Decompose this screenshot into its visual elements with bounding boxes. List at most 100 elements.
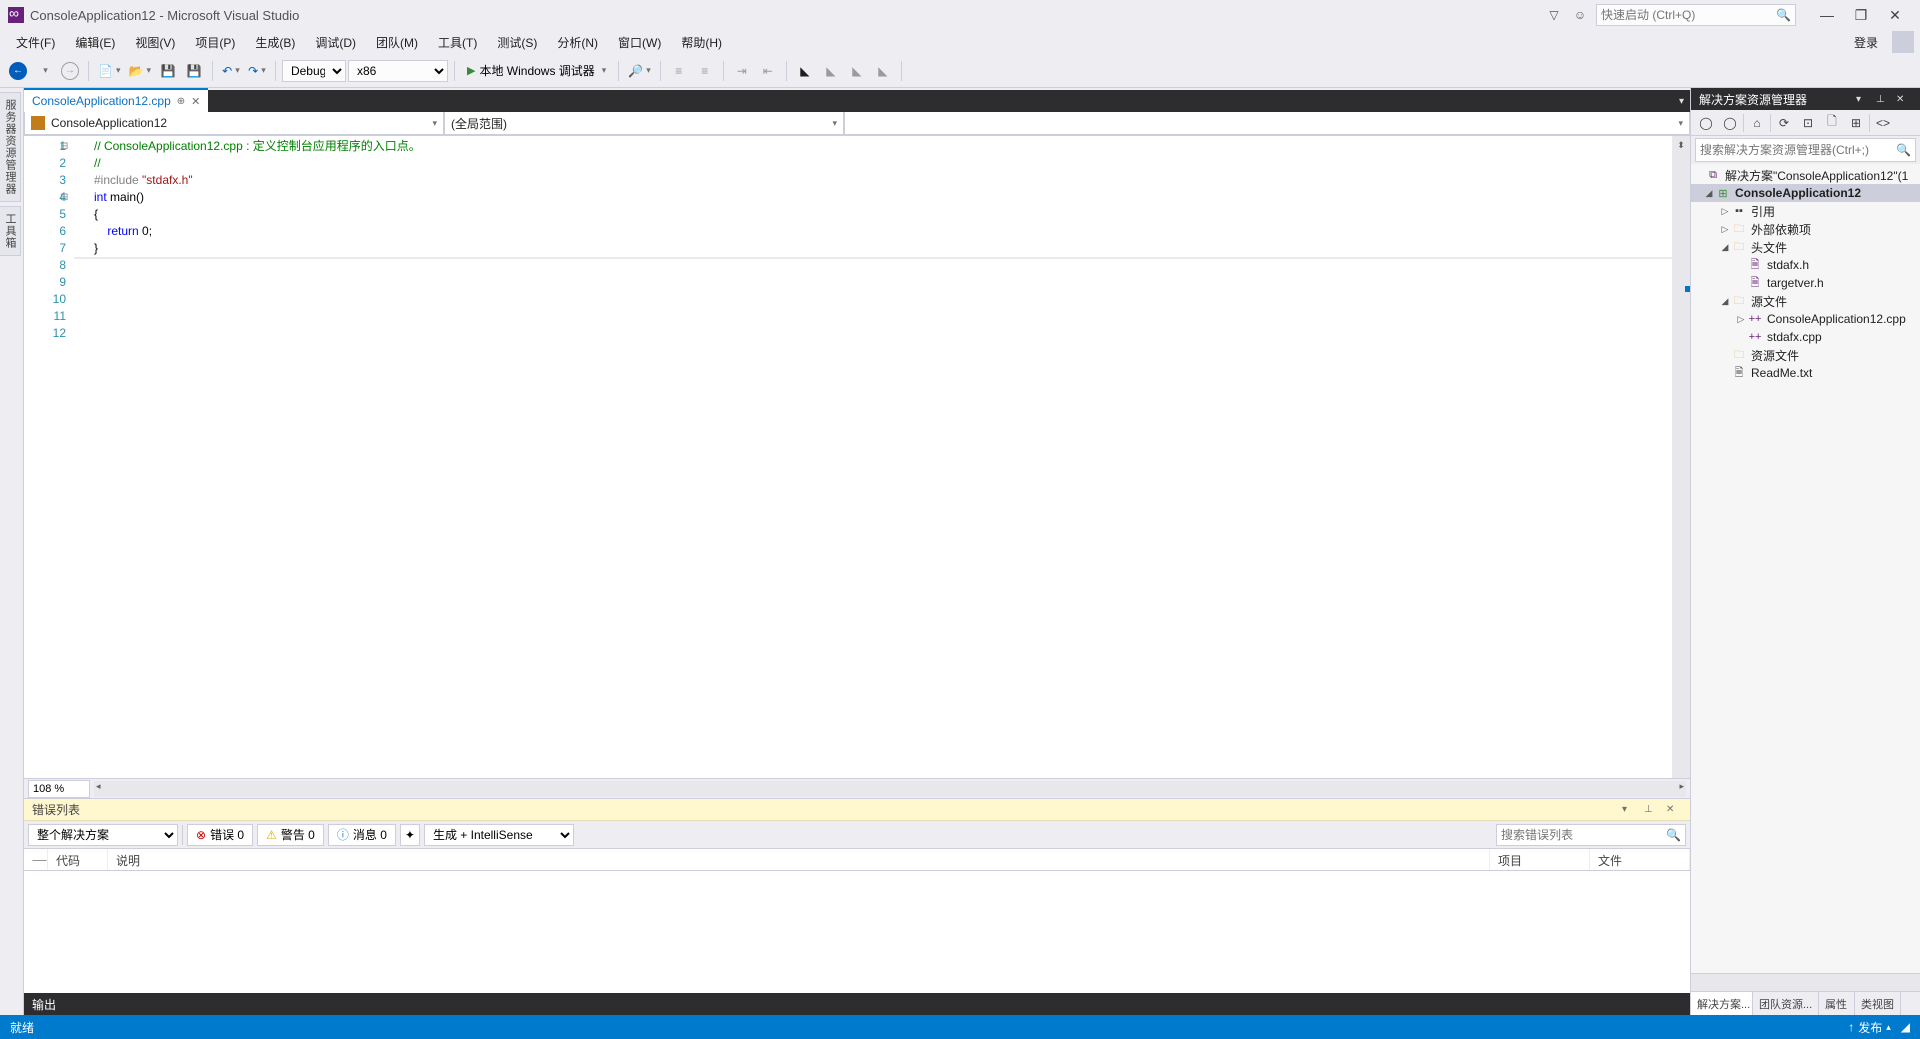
- scope-select[interactable]: 整个解决方案: [28, 824, 178, 846]
- nav-scope-select[interactable]: (全局范围): [444, 112, 844, 135]
- col-project[interactable]: 项目: [1490, 849, 1590, 870]
- external-deps-node[interactable]: ▷🗀 外部依赖项: [1691, 220, 1920, 238]
- uncomment-button[interactable]: ≡: [693, 59, 717, 83]
- readme-node[interactable]: 🗎 ReadMe.txt: [1691, 364, 1920, 382]
- save-button[interactable]: 💾: [156, 59, 180, 83]
- close-icon[interactable]: ✕: [1896, 94, 1912, 105]
- sign-in-link[interactable]: 登录: [1844, 31, 1888, 54]
- menu-item[interactable]: 调试(D): [305, 31, 366, 54]
- nav-back-drop[interactable]: [32, 59, 56, 83]
- solution-node[interactable]: ⧉ 解决方案"ConsoleApplication12"(1: [1691, 166, 1920, 184]
- bookmark-button[interactable]: ◣: [793, 59, 817, 83]
- filter-button[interactable]: ✦: [400, 824, 420, 846]
- save-all-button[interactable]: 💾: [182, 59, 206, 83]
- find-in-files-button[interactable]: 🔎: [625, 59, 653, 83]
- warnings-filter[interactable]: ⚠警告 0: [257, 824, 324, 846]
- menu-item[interactable]: 项目(P): [185, 31, 245, 54]
- header-file-node[interactable]: 🗎 stdafx.h: [1691, 256, 1920, 274]
- quick-launch-input[interactable]: [1601, 8, 1776, 22]
- nav-member-select[interactable]: [844, 112, 1690, 135]
- menu-item[interactable]: 工具(T): [428, 31, 487, 54]
- home-button-icon[interactable]: ⌂: [1746, 112, 1768, 134]
- back-button[interactable]: ◯: [1695, 112, 1717, 134]
- server-explorer-tab[interactable]: 服务器资源管理器: [0, 92, 21, 202]
- col-description[interactable]: 说明: [108, 849, 1490, 870]
- errors-filter[interactable]: ⊗错误 0: [187, 824, 253, 846]
- side-tab-solution[interactable]: 解决方案...: [1691, 992, 1753, 1015]
- tree-hscroll[interactable]: [1691, 973, 1920, 991]
- side-tab-team[interactable]: 团队资源...: [1753, 992, 1819, 1015]
- side-tab-classview[interactable]: 类视图: [1855, 992, 1901, 1015]
- menu-item[interactable]: 分析(N): [547, 31, 608, 54]
- platform-select[interactable]: x86: [348, 60, 448, 82]
- pin-icon[interactable]: ⊕: [177, 96, 185, 107]
- col-code[interactable]: 代码: [48, 849, 108, 870]
- output-panel-header[interactable]: 输出: [24, 993, 1690, 1015]
- solution-search-input[interactable]: [1700, 143, 1896, 157]
- start-debug-button[interactable]: ▶ 本地 Windows 调试器: [461, 59, 612, 83]
- resize-grip-icon[interactable]: ◢: [1901, 1020, 1910, 1034]
- close-panel-icon[interactable]: ✕: [1666, 804, 1682, 815]
- menu-item[interactable]: 帮助(H): [671, 31, 732, 54]
- publish-button[interactable]: ↑ 发布 ▴: [1848, 1019, 1891, 1036]
- build-intellisense-select[interactable]: 生成 + IntelliSense: [424, 824, 574, 846]
- code-area[interactable]: ⊟// ConsoleApplication12.cpp : 定义控制台应用程序…: [74, 136, 1672, 778]
- menu-item[interactable]: 窗口(W): [608, 31, 671, 54]
- menu-item[interactable]: 编辑(E): [65, 31, 125, 54]
- toolbox-tab[interactable]: 工具箱: [0, 206, 21, 256]
- headers-folder-node[interactable]: ◢🗀 头文件: [1691, 238, 1920, 256]
- close-tab-icon[interactable]: ✕: [191, 95, 200, 108]
- split-view-icon[interactable]: ⬍: [1672, 136, 1690, 154]
- clear-bookmarks-button[interactable]: ◣: [871, 59, 895, 83]
- show-all-button[interactable]: ⊡: [1797, 112, 1819, 134]
- prev-bookmark-button[interactable]: ◣: [819, 59, 843, 83]
- config-select[interactable]: Debug: [282, 60, 346, 82]
- open-file-button[interactable]: 📂: [125, 59, 153, 83]
- menu-item[interactable]: 测试(S): [487, 31, 547, 54]
- feedback-icon[interactable]: ☺: [1570, 5, 1590, 25]
- project-node[interactable]: ◢⊞ ConsoleApplication12: [1691, 184, 1920, 202]
- editor-tab-active[interactable]: ConsoleApplication12.cpp ⊕ ✕: [24, 88, 208, 112]
- col-icon[interactable]: ⸺: [24, 849, 48, 870]
- outdent-button[interactable]: ⇤: [756, 59, 780, 83]
- indent-button[interactable]: ⇥: [730, 59, 754, 83]
- references-node[interactable]: ▷▪▪ 引用: [1691, 202, 1920, 220]
- vertical-scrollbar[interactable]: ⬍: [1672, 136, 1690, 778]
- comment-out-button[interactable]: ≡: [667, 59, 691, 83]
- avatar-icon[interactable]: [1892, 31, 1914, 53]
- minimize-button[interactable]: —: [1810, 2, 1844, 28]
- cpp-file-node[interactable]: ++ stdafx.cpp: [1691, 328, 1920, 346]
- horizontal-scrollbar[interactable]: [94, 781, 1686, 797]
- nav-back-button[interactable]: ←: [6, 59, 30, 83]
- menu-item[interactable]: 文件(F): [6, 31, 65, 54]
- maximize-button[interactable]: ❐: [1844, 2, 1878, 28]
- resources-folder-node[interactable]: 🗀 资源文件: [1691, 346, 1920, 364]
- scope-button[interactable]: ⟳: [1773, 112, 1795, 134]
- dropdown-icon[interactable]: ▾: [1622, 804, 1638, 815]
- notifications-icon[interactable]: ▽: [1544, 5, 1564, 25]
- quick-launch[interactable]: 🔍: [1596, 4, 1796, 26]
- menu-item[interactable]: 视图(V): [125, 31, 185, 54]
- header-file-node[interactable]: 🗎 targetver.h: [1691, 274, 1920, 292]
- new-project-button[interactable]: 📄: [95, 59, 123, 83]
- properties-button[interactable]: ⊞: [1845, 112, 1867, 134]
- messages-filter[interactable]: ⓘ消息 0: [328, 824, 396, 846]
- undo-button[interactable]: ↶: [219, 59, 243, 83]
- side-tab-properties[interactable]: 属性: [1819, 992, 1855, 1015]
- pin-panel-icon[interactable]: ⊥: [1644, 804, 1660, 815]
- forward-button[interactable]: ◯: [1719, 112, 1741, 134]
- menu-item[interactable]: 生成(B): [245, 31, 305, 54]
- col-file[interactable]: 文件: [1590, 849, 1690, 870]
- nav-project-select[interactable]: ConsoleApplication12: [24, 112, 444, 135]
- refresh-button[interactable]: 🗋: [1821, 112, 1843, 134]
- code-editor[interactable]: 123456789101112 ⊟// ConsoleApplication12…: [24, 136, 1690, 778]
- view-code-button[interactable]: <>: [1872, 112, 1894, 134]
- zoom-select[interactable]: [28, 780, 90, 798]
- redo-button[interactable]: ↷: [245, 59, 269, 83]
- error-search-input[interactable]: [1501, 828, 1666, 842]
- dropdown-icon[interactable]: ▾: [1856, 94, 1872, 105]
- menu-item[interactable]: 团队(M): [366, 31, 428, 54]
- next-bookmark-button[interactable]: ◣: [845, 59, 869, 83]
- cpp-file-node[interactable]: ▷++ ConsoleApplication12.cpp: [1691, 310, 1920, 328]
- close-button[interactable]: ✕: [1878, 2, 1912, 28]
